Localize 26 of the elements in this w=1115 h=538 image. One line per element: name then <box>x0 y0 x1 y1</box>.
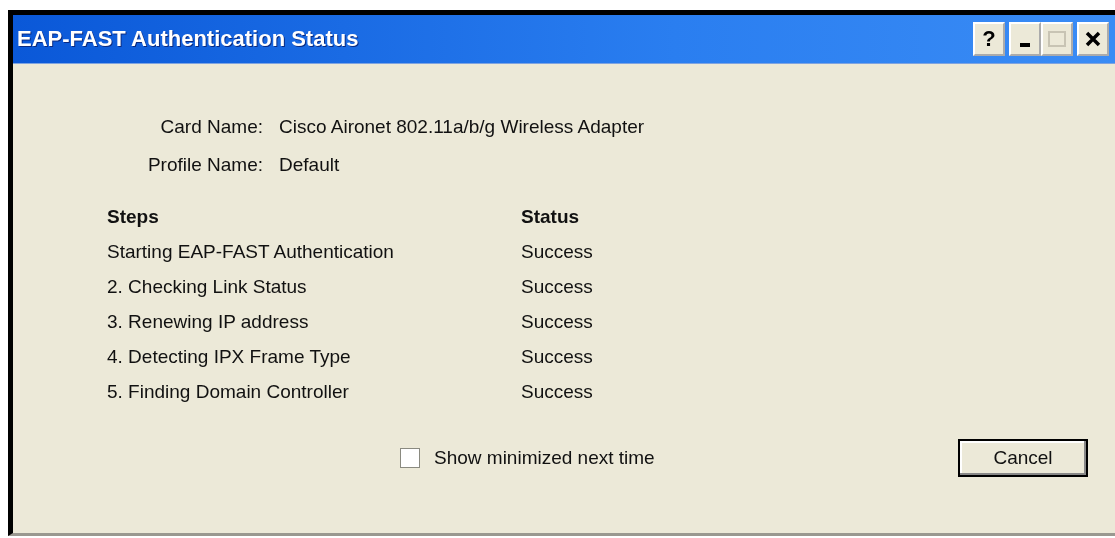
status-text: Success <box>521 276 594 298</box>
minimize-icon <box>1020 43 1030 47</box>
step-text: 2. Checking Link Status <box>107 276 308 298</box>
field-value: Default <box>279 154 341 176</box>
column-header: Status <box>521 206 581 228</box>
cancel-button[interactable]: Cancel <box>958 439 1088 477</box>
checkbox[interactable] <box>400 448 420 468</box>
step-text: 5. Finding Domain Controller <box>107 381 350 403</box>
status-text: Success <box>521 311 594 333</box>
field-value: Cisco Aironet 802.11a/b/g Wireless Adapter <box>279 116 646 138</box>
checkbox-label: Show minimized next time <box>434 447 655 469</box>
step-text: Starting EAP-FAST Authentication <box>107 241 395 263</box>
close-icon <box>1085 31 1101 47</box>
status-text: Success <box>521 241 594 263</box>
window-title: EAP-FAST Authentication Status <box>17 26 360 52</box>
step-text: 3. Renewing IP address <box>107 311 310 333</box>
column-header: Steps <box>107 206 160 228</box>
status-text: Success <box>521 346 594 368</box>
minimize-button[interactable] <box>1009 22 1041 56</box>
close-button[interactable] <box>1077 22 1109 56</box>
field-label: Profile Name: <box>146 154 263 176</box>
field-label: Card Name: <box>159 116 263 138</box>
step-text: 4. Detecting IPX Frame Type <box>107 346 352 368</box>
maximize-icon <box>1047 30 1067 48</box>
help-button[interactable]: ? <box>973 22 1005 56</box>
status-text: Success <box>521 381 594 403</box>
